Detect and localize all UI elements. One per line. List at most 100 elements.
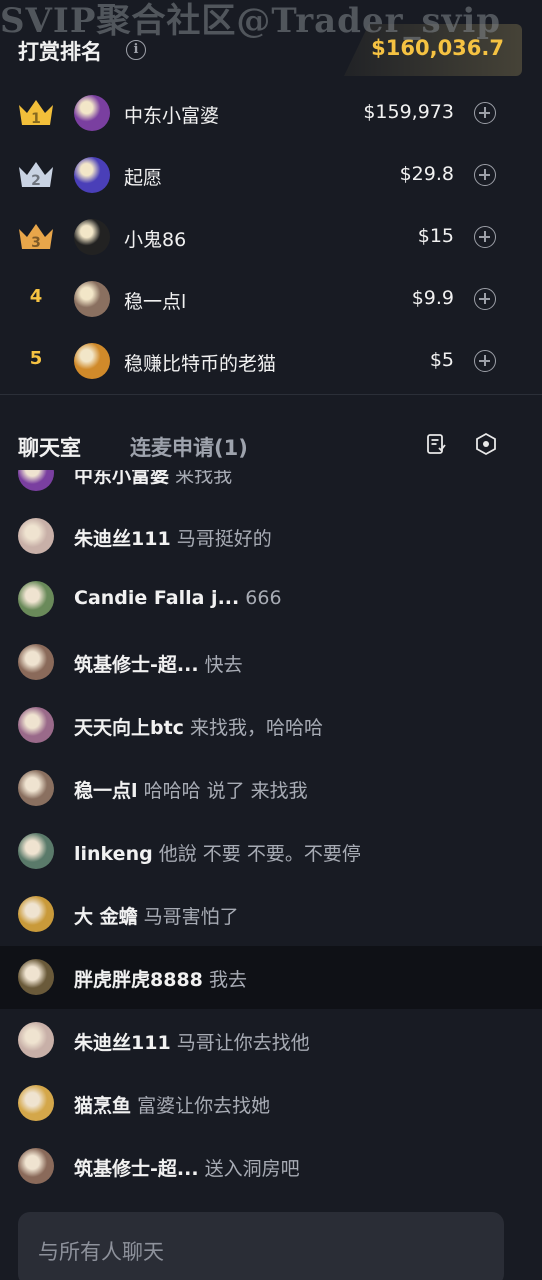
chat-message-text: 快去 xyxy=(204,654,243,676)
avatar[interactable] xyxy=(18,581,54,617)
avatar[interactable] xyxy=(18,1022,54,1058)
notes-icon[interactable] xyxy=(424,432,448,456)
chat-message-text: 富婆让你去找她 xyxy=(137,1095,271,1117)
chat-message-row[interactable]: 大 金蟾 马哥害怕了 xyxy=(0,883,542,946)
avatar[interactable] xyxy=(18,959,54,995)
chat-user-name[interactable]: linkeng xyxy=(74,843,153,865)
ranking-row[interactable]: 4 稳一点l $9.9 xyxy=(0,268,542,330)
avatar[interactable] xyxy=(18,1085,54,1121)
add-user-icon[interactable] xyxy=(474,164,496,186)
chat-message-row[interactable]: 筑基修士-超... 送入洞房吧 xyxy=(0,1135,542,1198)
chat-message-text: 他說 不要 不要。不要停 xyxy=(158,843,361,865)
ranking-amount: $15 xyxy=(417,225,454,247)
chat-user-name[interactable]: 稳一点l xyxy=(74,780,138,802)
add-user-icon[interactable] xyxy=(474,226,496,248)
ranking-user-name[interactable]: 小鬼86 xyxy=(124,225,186,252)
chat-message-text: 哈哈哈 说了 来找我 xyxy=(143,780,308,802)
chat-message: 大 金蟾 马哥害怕了 xyxy=(74,902,239,929)
chat-tabs: 聊天室 连麦申请(1) xyxy=(0,420,542,470)
avatar[interactable] xyxy=(18,1148,54,1184)
ranking-row[interactable]: 5 稳赚比特币的老猫 $5 xyxy=(0,330,542,392)
rank-number: 4 xyxy=(29,286,43,307)
chat-message-row[interactable]: 朱迪丝111 马哥挺好的 xyxy=(0,505,542,568)
chat-user-name[interactable]: 朱迪丝111 xyxy=(74,528,171,550)
avatar[interactable] xyxy=(18,644,54,680)
chat-message-text: 送入洞房吧 xyxy=(204,1158,300,1180)
chat-message-row[interactable]: 猫烹鱼 富婆让你去找她 xyxy=(0,1072,542,1135)
chat-user-name[interactable]: 大 金蟾 xyxy=(74,906,138,928)
silver-crown-icon: 2 xyxy=(19,162,53,189)
avatar[interactable] xyxy=(74,95,110,131)
chat-message-row[interactable]: 稳一点l 哈哈哈 说了 来找我 xyxy=(0,757,542,820)
chat-user-name[interactable]: 朱迪丝111 xyxy=(74,1032,171,1054)
ranking-amount: $159,973 xyxy=(363,101,454,123)
avatar[interactable] xyxy=(18,896,54,932)
chat-message: 稳一点l 哈哈哈 说了 来找我 xyxy=(74,776,308,803)
chat-user-name[interactable]: 天天向上btc xyxy=(74,717,184,739)
avatar[interactable] xyxy=(74,281,110,317)
ranking-amount: $9.9 xyxy=(411,287,454,309)
avatar[interactable] xyxy=(18,470,54,491)
ranking-amount: $29.8 xyxy=(399,163,454,185)
settings-icon[interactable] xyxy=(474,432,498,456)
avatar[interactable] xyxy=(74,157,110,193)
chat-user-name[interactable]: 胖虎胖虎8888 xyxy=(74,969,203,991)
info-icon[interactable]: i xyxy=(126,40,146,60)
avatar[interactable] xyxy=(18,770,54,806)
chat-message-text: 666 xyxy=(245,587,282,609)
avatar[interactable] xyxy=(74,343,110,379)
avatar[interactable] xyxy=(18,518,54,554)
avatar[interactable] xyxy=(74,219,110,255)
chat-input[interactable]: 与所有人聊天 xyxy=(18,1212,504,1280)
chat-message-text: 我去 xyxy=(208,969,247,991)
chat-message-row[interactable]: 中东小富婆 来找我 xyxy=(0,470,542,505)
rank-number: 2 xyxy=(31,173,41,189)
chat-message-list[interactable]: 中东小富婆 来找我 朱迪丝111 马哥挺好的 Candie Falla j...… xyxy=(0,470,542,1200)
ranking-amount: $5 xyxy=(429,349,454,371)
chat-message: 猫烹鱼 富婆让你去找她 xyxy=(74,1091,270,1118)
chat-message-row[interactable]: 胖虎胖虎8888 我去 xyxy=(0,946,542,1009)
chat-message-text: 来找我，哈哈哈 xyxy=(190,717,324,739)
gold-crown-icon: 1 xyxy=(19,100,53,127)
divider xyxy=(0,394,542,395)
chat-user-name[interactable]: 筑基修士-超... xyxy=(74,654,199,676)
add-user-icon[interactable] xyxy=(474,350,496,372)
chat-message-row[interactable]: Candie Falla j... 666 xyxy=(0,568,542,631)
tab-chat-room[interactable]: 聊天室 xyxy=(18,432,81,462)
add-user-icon[interactable] xyxy=(474,102,496,124)
avatar[interactable] xyxy=(18,833,54,869)
chat-message-row[interactable]: 筑基修士-超... 快去 xyxy=(0,631,542,694)
chat-message-row[interactable]: 天天向上btc 来找我，哈哈哈 xyxy=(0,694,542,757)
avatar[interactable] xyxy=(18,707,54,743)
ranking-header: 打赏排名 i $160,036.7 xyxy=(0,20,542,82)
chat-input-placeholder: 与所有人聊天 xyxy=(38,1240,164,1264)
ranking-title: 打赏排名 xyxy=(18,40,102,64)
chat-message: 中东小富婆 来找我 xyxy=(74,470,232,488)
chat-message: Candie Falla j... 666 xyxy=(74,587,282,609)
ranking-row[interactable]: 2 起愿 $29.8 xyxy=(0,144,542,206)
chat-message-row[interactable]: linkeng 他說 不要 不要。不要停 xyxy=(0,820,542,883)
tab-mic-requests[interactable]: 连麦申请(1) xyxy=(130,432,248,462)
rank-number: 1 xyxy=(31,111,41,127)
chat-user-name[interactable]: 筑基修士-超... xyxy=(74,1158,199,1180)
add-user-icon[interactable] xyxy=(474,288,496,310)
ranking-user-name[interactable]: 起愿 xyxy=(124,163,162,190)
chat-message: linkeng 他說 不要 不要。不要停 xyxy=(74,839,361,866)
ranking-row[interactable]: 1 中东小富婆 $159,973 xyxy=(0,82,542,144)
ranking-user-name[interactable]: 稳赚比特币的老猫 xyxy=(124,349,276,376)
chat-message-text: 马哥挺好的 xyxy=(176,528,272,550)
chat-message: 朱迪丝111 马哥挺好的 xyxy=(74,524,272,551)
rank-number: 3 xyxy=(31,235,41,251)
ranking-user-name[interactable]: 稳一点l xyxy=(124,287,186,314)
chat-message: 朱迪丝111 马哥让你去找他 xyxy=(74,1028,310,1055)
chat-user-name[interactable]: 猫烹鱼 xyxy=(74,1095,131,1117)
chat-user-name[interactable]: Candie Falla j... xyxy=(74,587,239,609)
chat-message-row[interactable]: 朱迪丝111 马哥让你去找他 xyxy=(0,1009,542,1072)
total-amount: $160,036.7 xyxy=(371,36,504,60)
chat-message-text: 马哥害怕了 xyxy=(143,906,239,928)
ranking-user-name[interactable]: 中东小富婆 xyxy=(124,101,219,128)
chat-message-text: 来找我 xyxy=(175,470,233,487)
chat-message-text: 马哥让你去找他 xyxy=(176,1032,310,1054)
chat-user-name[interactable]: 中东小富婆 xyxy=(74,470,169,487)
ranking-row[interactable]: 3 小鬼86 $15 xyxy=(0,206,542,268)
